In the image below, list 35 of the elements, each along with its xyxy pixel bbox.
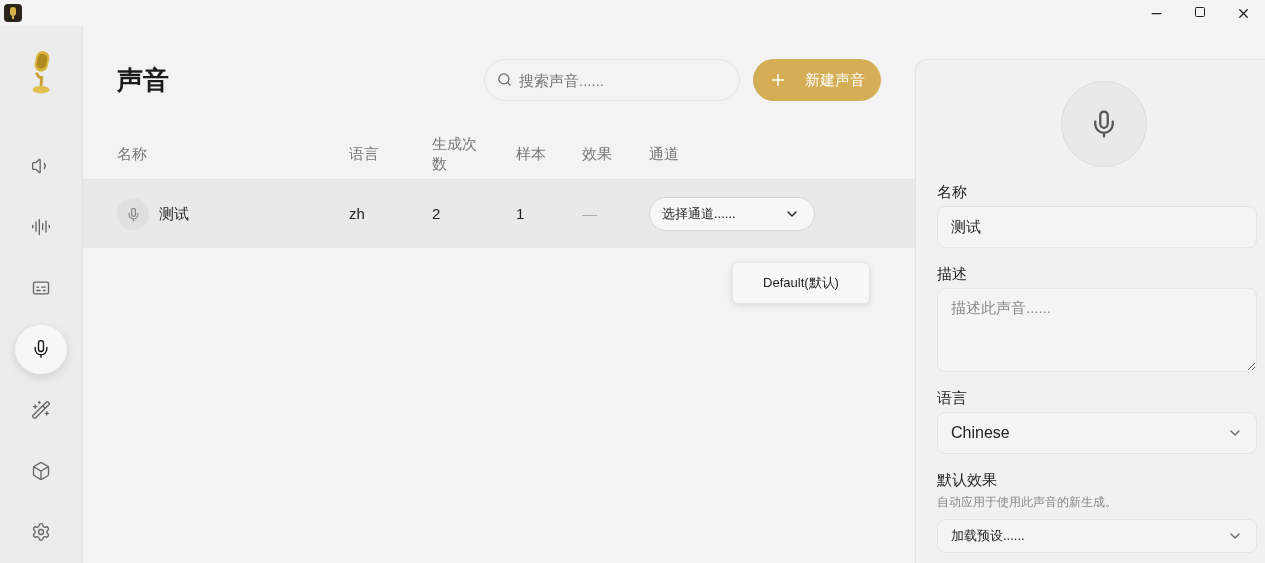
settings-icon (31, 522, 51, 543)
wand-icon (31, 400, 51, 421)
app-icon (4, 4, 22, 22)
channel-select[interactable]: 选择通道...... (649, 197, 815, 231)
column-header: 通道 (649, 143, 680, 164)
column-header: 语言 (349, 143, 380, 164)
field-label: 描述 (937, 265, 968, 284)
table-row[interactable]: 测试 zh 2 1 — 选择通道...... (83, 180, 915, 248)
plus-icon (769, 71, 787, 89)
field-hint: 自动应用于使用此声音的新生成。 (937, 494, 1118, 511)
table-cell: 2 (432, 205, 441, 222)
table-cell: — (582, 205, 597, 222)
column-header: 样本 (516, 143, 547, 164)
select-field[interactable]: 加载预设...... (937, 519, 1257, 553)
dropdown-option[interactable]: Default(默认) (763, 270, 839, 296)
box-icon (31, 461, 51, 482)
field-label: 语言 (937, 389, 968, 408)
input-field[interactable]: 描述此声音...... (937, 288, 1257, 372)
search-icon (497, 72, 512, 87)
table-cell: 测试 (159, 204, 189, 224)
column-header: 效果 (582, 143, 613, 164)
column-header: 生成次数 (432, 133, 478, 174)
search-field[interactable]: 搜索声音...... (484, 59, 740, 101)
table-cell: 1 (516, 205, 525, 222)
field-label: 名称 (937, 183, 968, 202)
page-title: 声音 (117, 63, 170, 97)
column-header: 名称 (117, 143, 148, 164)
sidebar-item[interactable] (15, 324, 67, 374)
waveform-icon (31, 216, 51, 237)
maximize-icon[interactable] (1194, 5, 1206, 18)
select-field[interactable]: Chinese (937, 412, 1257, 454)
field-label: 默认效果 (937, 471, 998, 490)
mic-icon (117, 198, 149, 230)
table-cell: zh (349, 205, 365, 222)
input-field[interactable]: 测试 (937, 206, 1257, 248)
